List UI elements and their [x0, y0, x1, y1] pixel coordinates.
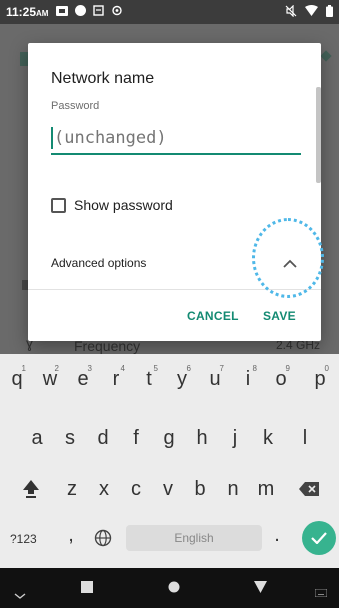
status-time-value: 11:25 — [6, 5, 37, 19]
on-screen-keyboard: q1 w2 e3 r4 t5 y6 u7 i8 o9 p0 a s d f g … — [0, 354, 339, 568]
comma-key[interactable]: , — [56, 518, 86, 552]
key-y-label: y — [177, 367, 187, 390]
screenshot-icon — [93, 5, 105, 19]
cancel-button[interactable]: CANCEL — [187, 309, 239, 323]
key-r-hint: 4 — [120, 364, 125, 373]
key-p[interactable]: p0 — [305, 362, 335, 396]
key-u[interactable]: u7 — [200, 362, 230, 396]
touch-highlight-circle — [252, 218, 324, 298]
keyboard-hide-icon[interactable] — [14, 586, 26, 604]
key-s[interactable]: s — [55, 421, 85, 455]
backspace-icon — [299, 482, 319, 496]
settings-notification-icon — [111, 5, 123, 19]
key-r-label: r — [112, 367, 120, 390]
password-field[interactable] — [51, 123, 301, 155]
background-edit-icon — [320, 50, 332, 62]
recents-button[interactable] — [81, 580, 93, 598]
key-i-label: i — [245, 367, 251, 390]
key-i-hint: 8 — [252, 364, 257, 373]
key-f[interactable]: f — [121, 421, 151, 455]
key-a[interactable]: a — [22, 421, 52, 455]
save-button[interactable]: SAVE — [263, 309, 296, 323]
battery-icon — [326, 4, 333, 20]
mute-icon — [285, 4, 297, 20]
key-o[interactable]: o9 — [266, 362, 296, 396]
key-g[interactable]: g — [154, 421, 184, 455]
shift-key[interactable] — [16, 472, 46, 506]
key-x[interactable]: x — [89, 472, 119, 506]
home-button[interactable] — [168, 580, 180, 598]
key-e[interactable]: e3 — [68, 362, 98, 396]
enter-key[interactable] — [302, 521, 336, 555]
key-e-hint: 3 — [87, 364, 92, 373]
key-d[interactable]: d — [88, 421, 118, 455]
key-t-label: t — [146, 367, 152, 390]
dialog-scrollbar[interactable] — [316, 87, 321, 183]
keyboard-switch-icon[interactable] — [314, 584, 328, 602]
key-p-hint: 0 — [324, 364, 329, 373]
space-bar[interactable]: English — [126, 525, 262, 551]
dialog-title: Network name — [51, 70, 155, 87]
checkmark-icon — [311, 532, 327, 544]
globe-icon — [94, 529, 112, 547]
key-b[interactable]: b — [185, 472, 215, 506]
key-v[interactable]: v — [153, 472, 183, 506]
key-j[interactable]: j — [220, 421, 250, 455]
key-n[interactable]: n — [218, 472, 248, 506]
key-y-hint: 6 — [186, 364, 191, 373]
key-y[interactable]: y6 — [167, 362, 197, 396]
key-l[interactable]: l — [290, 421, 320, 455]
key-u-hint: 7 — [219, 364, 224, 373]
password-label: Password — [51, 100, 100, 112]
symbols-key[interactable]: ?123 — [10, 532, 37, 546]
status-ampm: AM — [36, 9, 49, 18]
key-i[interactable]: i8 — [233, 362, 263, 396]
key-h[interactable]: h — [187, 421, 217, 455]
navigation-bar — [0, 568, 339, 608]
notification-icon — [56, 5, 69, 19]
advanced-options-label: Advanced options — [51, 256, 147, 270]
key-c[interactable]: c — [121, 472, 151, 506]
key-o-hint: 9 — [285, 364, 290, 373]
shift-icon — [23, 480, 39, 498]
key-z[interactable]: z — [57, 472, 87, 506]
key-m[interactable]: m — [251, 472, 281, 506]
status-time: 11:25AM — [6, 5, 48, 19]
key-q-hint: 1 — [21, 364, 26, 373]
show-password-option[interactable]: Show password — [51, 197, 173, 213]
backspace-key[interactable] — [294, 472, 324, 506]
language-key[interactable] — [88, 521, 118, 555]
key-t-hint: 5 — [153, 364, 158, 373]
status-bar: 11:25AM — [0, 0, 339, 24]
key-r[interactable]: r4 — [101, 362, 131, 396]
wifi-icon — [305, 5, 318, 19]
key-w[interactable]: w2 — [35, 362, 65, 396]
show-password-checkbox[interactable] — [51, 197, 66, 213]
circle-notification-icon — [75, 5, 87, 19]
key-t[interactable]: t5 — [134, 362, 164, 396]
show-password-label: Show password — [74, 197, 173, 213]
text-cursor — [51, 127, 53, 149]
back-button[interactable] — [254, 580, 267, 598]
period-key[interactable]: . — [262, 518, 292, 552]
key-q[interactable]: q1 — [2, 362, 32, 396]
key-w-hint: 2 — [54, 364, 59, 373]
key-k[interactable]: k — [253, 421, 283, 455]
background-header-initial — [20, 52, 28, 66]
